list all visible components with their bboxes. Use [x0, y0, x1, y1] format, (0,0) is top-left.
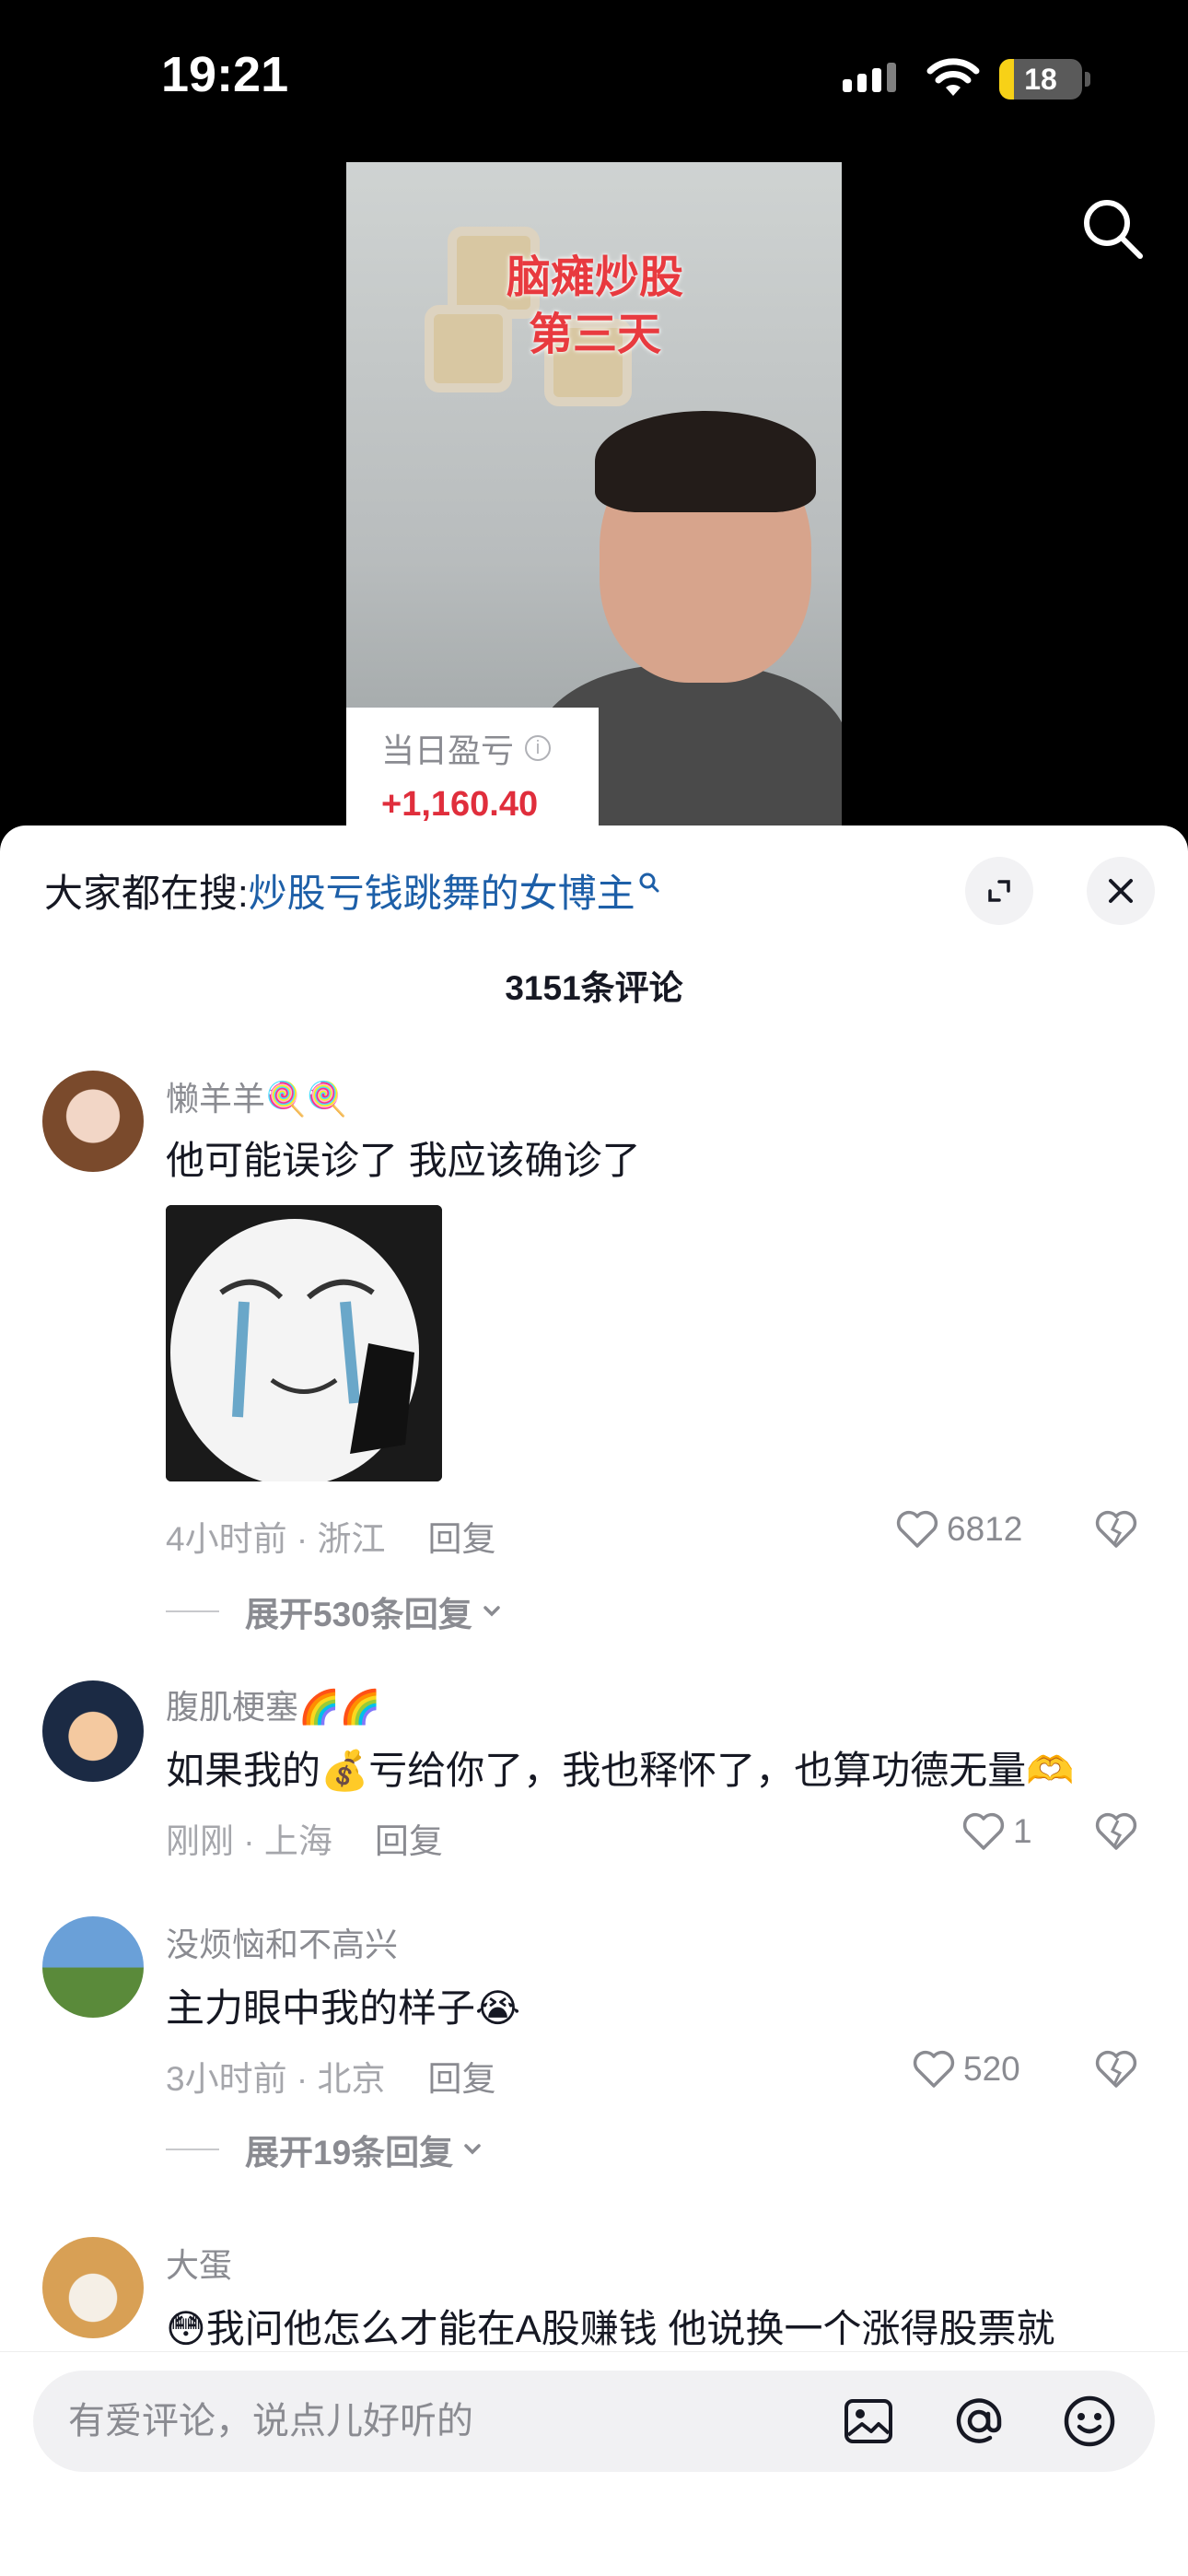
image-button[interactable] [838, 2391, 899, 2452]
dislike-icon[interactable] [1094, 2049, 1138, 2090]
info-icon: i [525, 735, 552, 761]
comment-username[interactable]: 没烦恼和不高兴 [166, 1918, 398, 1966]
comment-text: 如果我的💰亏给你了，我也释怀了，也算功德无量🫶 [166, 1749, 1075, 1792]
expand-replies-label: 展开19条回复 [245, 2134, 454, 2172]
battery-icon: 18 [999, 59, 1082, 100]
reply-button[interactable]: 回复 [427, 2060, 495, 2098]
heart-icon [962, 1812, 1005, 1850]
expand-icon [988, 880, 1010, 902]
search-small-icon [639, 872, 659, 892]
video-title-line2: 第三天 [528, 310, 661, 359]
comment-username[interactable]: 大蛋 [166, 2239, 232, 2287]
like-button[interactable]: 6812 [895, 1509, 1022, 1550]
heart-icon [896, 1510, 938, 1548]
expand-replies-label: 展开530条回复 [245, 1596, 472, 1633]
comment-text: 他可能误诊了 我应该确诊了 [166, 1139, 641, 1182]
expand-replies-button[interactable]: 展开530条回复 [166, 1587, 506, 1636]
reply-button[interactable]: 回复 [427, 1520, 495, 1558]
dislike-icon[interactable] [1094, 1811, 1138, 1852]
battery-level: 18 [1024, 63, 1057, 96]
hot-search-prefix: 大家都在搜: [44, 872, 249, 915]
mention-button[interactable] [949, 2391, 1009, 2452]
comment-time-location: 刚刚 · 上海 [166, 1822, 332, 1860]
comment-input-box [33, 2371, 1155, 2472]
chevron-down-icon [483, 1606, 500, 1617]
comment-text: 主力眼中我的样子😭 [166, 1986, 521, 2030]
image-icon [844, 2399, 892, 2443]
comment-input-bar [0, 2351, 1188, 2576]
comment-meta: 3小时前 · 北京 回复 [166, 2051, 495, 2101]
hot-search-link[interactable]: 大家都在搜: 炒股亏钱跳舞的女博主 [44, 862, 661, 919]
like-count: 6812 [947, 1510, 1023, 1548]
comment-input[interactable] [68, 2371, 823, 2472]
like-button[interactable]: 1 [961, 1811, 1032, 1852]
like-button[interactable]: 520 [912, 2049, 1020, 2090]
comment-username[interactable]: 腹肌梗塞🌈🌈 [166, 1680, 381, 1728]
at-icon [956, 2398, 1002, 2443]
pnl-label-row: 当日盈亏 i [381, 724, 599, 772]
pnl-value: +1,160.40 [381, 785, 539, 824]
comment-text: 😳我问他怎么才能在A股赚钱 他说换一个涨得股票就 [166, 2307, 1055, 2350]
heart-icon [913, 2050, 955, 2088]
emoji-icon [1064, 2395, 1115, 2447]
avatar[interactable] [42, 1916, 144, 2018]
pnl-label: 当日盈亏 [381, 732, 515, 769]
comment-username[interactable]: 懒羊羊🍭🍭 [166, 1072, 348, 1120]
pnl-card: 当日盈亏 i +1,160.40 [346, 708, 599, 825]
comment-sticker-image[interactable] [166, 1205, 442, 1481]
divider-line [166, 2149, 219, 2150]
dislike-icon[interactable] [1094, 1509, 1138, 1550]
chevron-down-icon [464, 2144, 481, 2155]
status-bar: 19:21 18 [0, 0, 1188, 157]
reply-button[interactable]: 回复 [375, 1822, 443, 1860]
like-count: 520 [963, 2050, 1020, 2088]
avatar[interactable] [42, 1071, 144, 1172]
divider-line [166, 1610, 219, 1612]
expand-replies-button[interactable]: 展开19条回复 [166, 2125, 486, 2174]
comment-meta: 刚刚 · 上海 回复 [166, 1813, 443, 1863]
status-time: 19:21 [161, 47, 289, 102]
comment-count: 3151条评论 [505, 969, 683, 1007]
comment-meta: 4小时前 · 浙江 回复 [166, 1511, 495, 1561]
search-icon[interactable] [1077, 193, 1147, 263]
crying-panda-sticker [166, 1205, 442, 1481]
emoji-button[interactable] [1059, 2391, 1120, 2452]
avatar[interactable] [42, 2237, 144, 2338]
comment-time-location: 3小时前 · 北京 [166, 2060, 386, 2098]
person-hair [595, 411, 816, 512]
battery-tip [1085, 72, 1090, 87]
signal-icon [843, 63, 896, 92]
comment-sheet: 大家都在搜: 炒股亏钱跳舞的女博主 3151条评论 懒羊羊🍭🍭 他可能误诊了 我… [0, 825, 1188, 2576]
comment-time-location: 4小时前 · 浙江 [166, 1520, 386, 1558]
avatar[interactable] [42, 1680, 144, 1782]
like-count: 1 [1013, 1812, 1032, 1850]
video-title-overlay: 脑瘫炒股 第三天 [484, 250, 705, 364]
close-icon [1109, 879, 1133, 903]
close-button[interactable] [1087, 857, 1155, 925]
expand-button[interactable] [965, 857, 1033, 925]
video-title-line1: 脑瘫炒股 [506, 253, 683, 302]
wifi-icon [926, 58, 980, 96]
hot-search-term[interactable]: 炒股亏钱跳舞的女博主 [249, 862, 635, 919]
